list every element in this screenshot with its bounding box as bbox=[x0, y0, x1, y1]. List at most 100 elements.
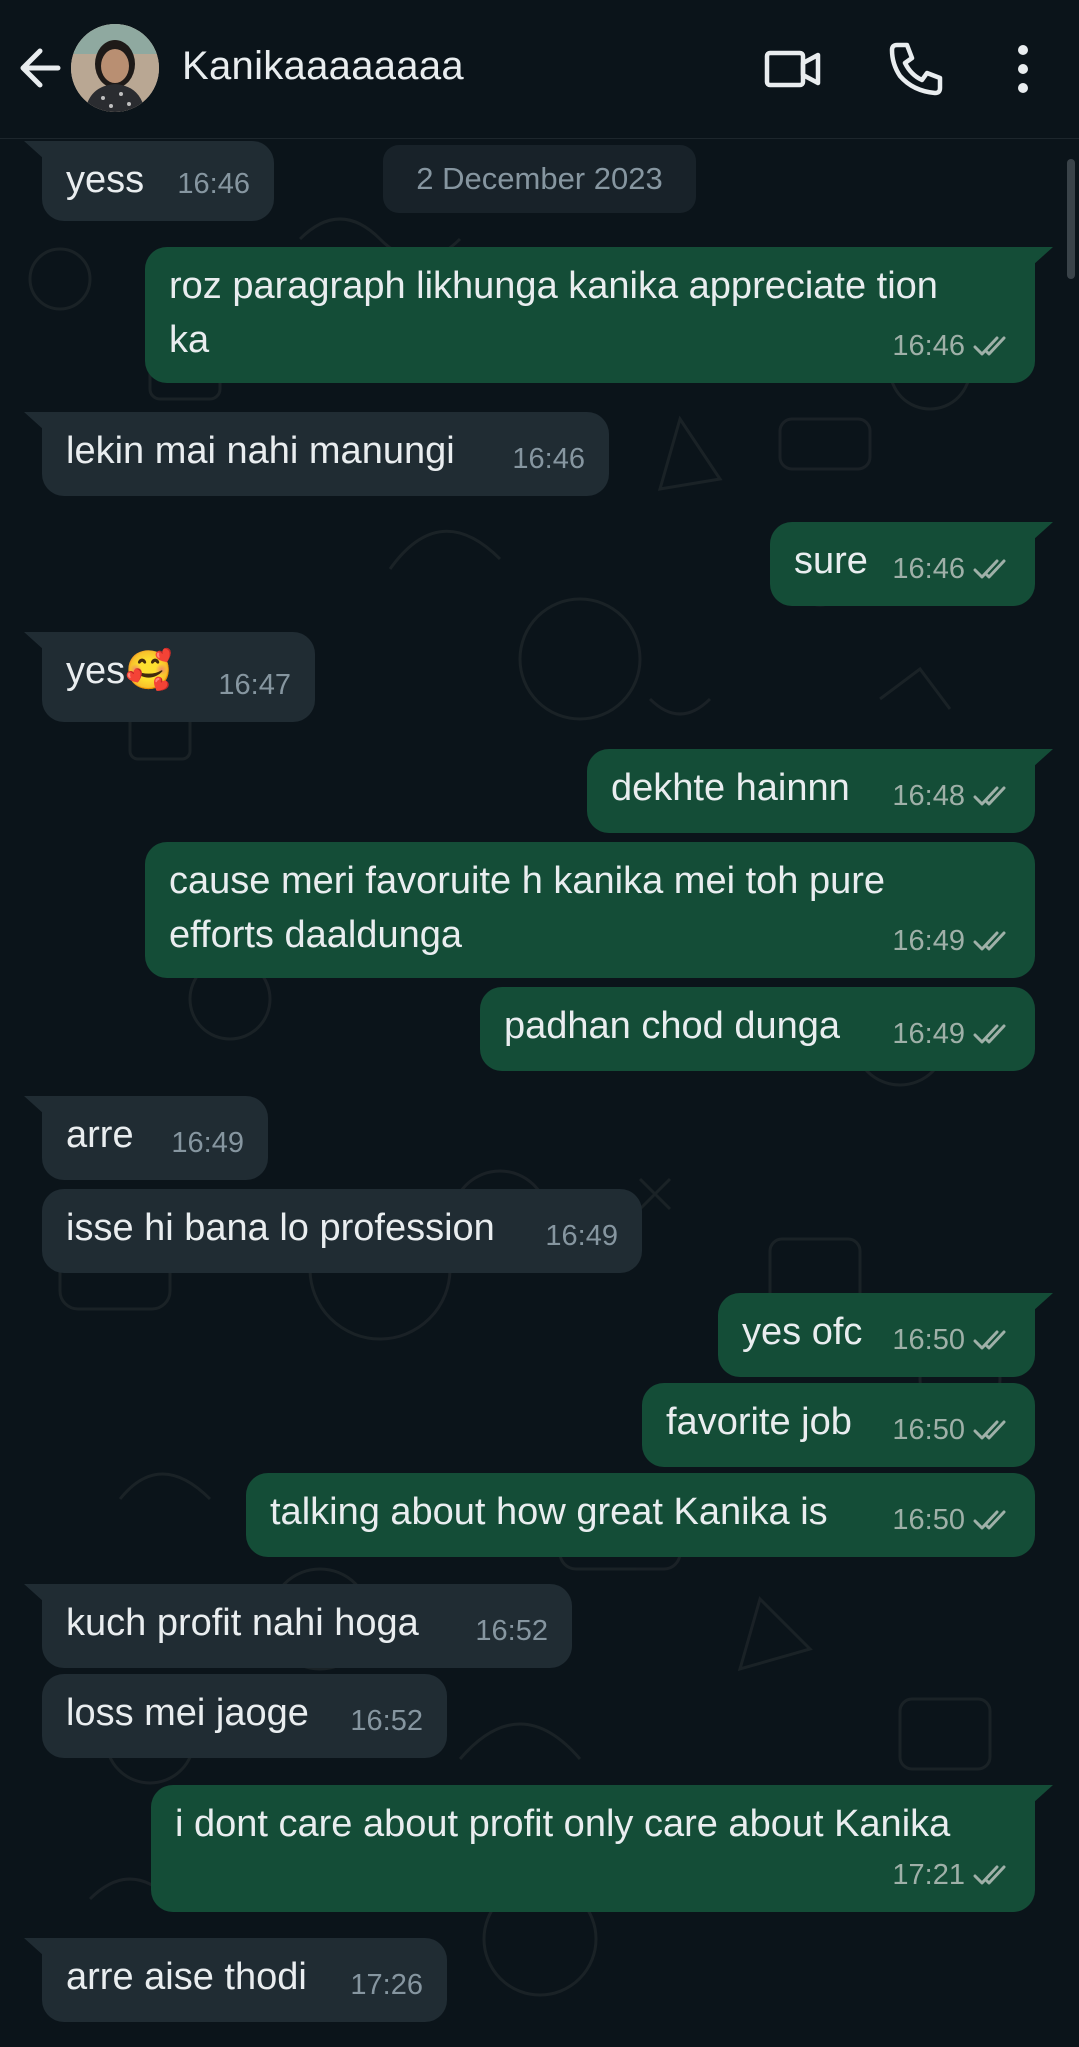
message-time: 16:46 bbox=[892, 330, 965, 362]
incoming-message[interactable]: isse hi bana lo profession 16:49 bbox=[42, 1189, 642, 1273]
message-text: padhan chod dunga bbox=[504, 1005, 840, 1047]
message-time: 16:52 bbox=[475, 1615, 548, 1647]
double-check-read-icon bbox=[973, 559, 1006, 579]
chat-area[interactable]: yess 16:46 roz paragraph likhunga kanika a… bbox=[0, 139, 1079, 2047]
message-text: arre bbox=[66, 1114, 134, 1156]
message-meta: 16:49 bbox=[892, 1007, 1011, 1061]
bubble-tail bbox=[1033, 1785, 1053, 1803]
message-time: 16:50 bbox=[892, 1414, 965, 1446]
message-time: 16:49 bbox=[171, 1127, 244, 1159]
outgoing-message[interactable]: favorite job 16:50 bbox=[642, 1383, 1035, 1467]
message-meta: 16:50 bbox=[892, 1493, 1011, 1547]
contact-name[interactable]: Kanikaaaaaaaa bbox=[182, 44, 464, 89]
double-check-read-icon bbox=[973, 786, 1006, 806]
message-text: yes🥰 bbox=[66, 650, 173, 692]
message-time: 16:49 bbox=[545, 1220, 618, 1252]
message-text: talking about how great Kanika is bbox=[270, 1491, 828, 1533]
message-time: 16:46 bbox=[512, 443, 585, 475]
incoming-message[interactable]: lekin mai nahi manungi 16:46 bbox=[24, 412, 609, 496]
double-check-read-icon bbox=[973, 1865, 1006, 1885]
bubble-tail bbox=[24, 141, 44, 159]
incoming-message[interactable]: yess 16:46 bbox=[24, 141, 274, 221]
date-chip: 2 December 2023 bbox=[383, 145, 696, 213]
chat-header: Kanikaaaaaaaa bbox=[0, 0, 1079, 139]
message-time: 16:46 bbox=[892, 553, 965, 585]
outgoing-message[interactable]: sure 16:46 bbox=[770, 522, 1053, 606]
message-meta: 16:46 bbox=[892, 542, 1011, 596]
message-meta: 16:50 bbox=[892, 1403, 1011, 1457]
message-meta: 16:46 bbox=[177, 157, 250, 211]
scrollbar[interactable] bbox=[1067, 159, 1075, 279]
message-text: lekin mai nahi manungi bbox=[66, 430, 455, 472]
outgoing-message[interactable]: cause meri favoruite h kanika mei toh pu… bbox=[145, 842, 1035, 978]
message-meta: 16:52 bbox=[475, 1604, 548, 1658]
double-check-read-icon bbox=[973, 1420, 1006, 1440]
message-text: loss mei jaoge bbox=[66, 1692, 309, 1734]
incoming-message[interactable]: arre aise thodi 17:26 bbox=[24, 1938, 447, 2022]
outgoing-message[interactable]: dekhte hainnn 16:48 bbox=[587, 749, 1053, 833]
incoming-message[interactable]: loss mei jaoge 16:52 bbox=[42, 1674, 447, 1758]
message-time: 17:21 bbox=[892, 1859, 965, 1891]
bubble-tail bbox=[24, 412, 44, 430]
message-meta: 16:46 bbox=[512, 432, 585, 486]
message-time: 16:49 bbox=[892, 1018, 965, 1050]
more-options-icon[interactable] bbox=[990, 36, 1056, 102]
outgoing-message[interactable]: yes ofc 16:50 bbox=[718, 1293, 1053, 1377]
incoming-message[interactable]: arre 16:49 bbox=[24, 1096, 268, 1180]
bubble-tail bbox=[1033, 522, 1053, 540]
message-text-line-2: efforts daaldunga bbox=[169, 914, 462, 956]
bubble-tail bbox=[24, 1938, 44, 1956]
message-meta: 16:49 bbox=[892, 914, 1011, 968]
bubble-tail bbox=[24, 1584, 44, 1602]
message-time: 16:50 bbox=[892, 1324, 965, 1356]
outgoing-message[interactable]: talking about how great Kanika is 16:50 bbox=[246, 1473, 1035, 1557]
double-check-read-icon bbox=[973, 1510, 1006, 1530]
message-meta: 16:49 bbox=[545, 1209, 618, 1263]
message-text: i dont care about profit only care about… bbox=[175, 1803, 951, 1845]
double-check-read-icon bbox=[973, 931, 1006, 951]
message-time: 16:48 bbox=[892, 780, 965, 812]
message-text: favorite job bbox=[666, 1401, 852, 1443]
message-time: 17:26 bbox=[350, 1969, 423, 2001]
message-meta: 17:26 bbox=[350, 1958, 423, 2012]
outgoing-message[interactable]: padhan chod dunga 16:49 bbox=[480, 987, 1035, 1071]
double-check-read-icon bbox=[973, 336, 1006, 356]
message-meta: 16:46 bbox=[892, 319, 1011, 373]
bubble-tail bbox=[1033, 1293, 1053, 1311]
outgoing-message[interactable]: roz paragraph likhunga kanika appreciate… bbox=[145, 247, 1053, 383]
message-time: 16:52 bbox=[350, 1705, 423, 1737]
message-text: sure bbox=[794, 540, 868, 582]
bubble-tail bbox=[24, 1096, 44, 1114]
message-text: dekhte hainnn bbox=[611, 767, 850, 809]
message-text: kuch profit nahi hoga bbox=[66, 1602, 419, 1644]
message-text: yess bbox=[66, 159, 145, 201]
message-meta: 16:52 bbox=[350, 1694, 423, 1748]
message-text: arre aise thodi bbox=[66, 1956, 307, 1998]
message-meta: 16:47 bbox=[218, 658, 291, 712]
bubble-tail bbox=[24, 632, 44, 650]
message-text: isse hi bana lo profession bbox=[66, 1207, 495, 1249]
double-check-read-icon bbox=[973, 1024, 1006, 1044]
incoming-message[interactable]: yes🥰 16:47 bbox=[24, 632, 315, 722]
message-meta: 16:48 bbox=[892, 769, 1011, 823]
contact-avatar[interactable] bbox=[71, 24, 159, 112]
message-meta: 16:49 bbox=[171, 1116, 244, 1170]
message-text: cause meri favoruite h kanika mei toh pu… bbox=[169, 860, 886, 902]
bubble-tail bbox=[1033, 749, 1053, 767]
voice-call-icon[interactable] bbox=[883, 36, 949, 102]
double-check-read-icon bbox=[973, 1330, 1006, 1350]
message-meta: 17:21 bbox=[892, 1848, 1011, 1902]
message-time: 16:49 bbox=[892, 925, 965, 957]
message-text: yes ofc bbox=[742, 1311, 863, 1353]
message-time: 16:50 bbox=[892, 1504, 965, 1536]
message-text: roz paragraph likhunga kanika appreciate… bbox=[169, 265, 938, 307]
message-meta: 16:50 bbox=[892, 1313, 1011, 1367]
message-time: 16:47 bbox=[218, 669, 291, 701]
message-text-line-2: ka bbox=[169, 319, 210, 361]
video-call-icon[interactable] bbox=[760, 36, 826, 102]
bubble-tail bbox=[1033, 247, 1053, 265]
back-arrow-icon[interactable] bbox=[14, 38, 70, 98]
message-time: 16:46 bbox=[177, 168, 250, 200]
incoming-message[interactable]: kuch profit nahi hoga 16:52 bbox=[24, 1584, 572, 1668]
outgoing-message[interactable]: i dont care about profit only care about… bbox=[151, 1785, 1053, 1912]
